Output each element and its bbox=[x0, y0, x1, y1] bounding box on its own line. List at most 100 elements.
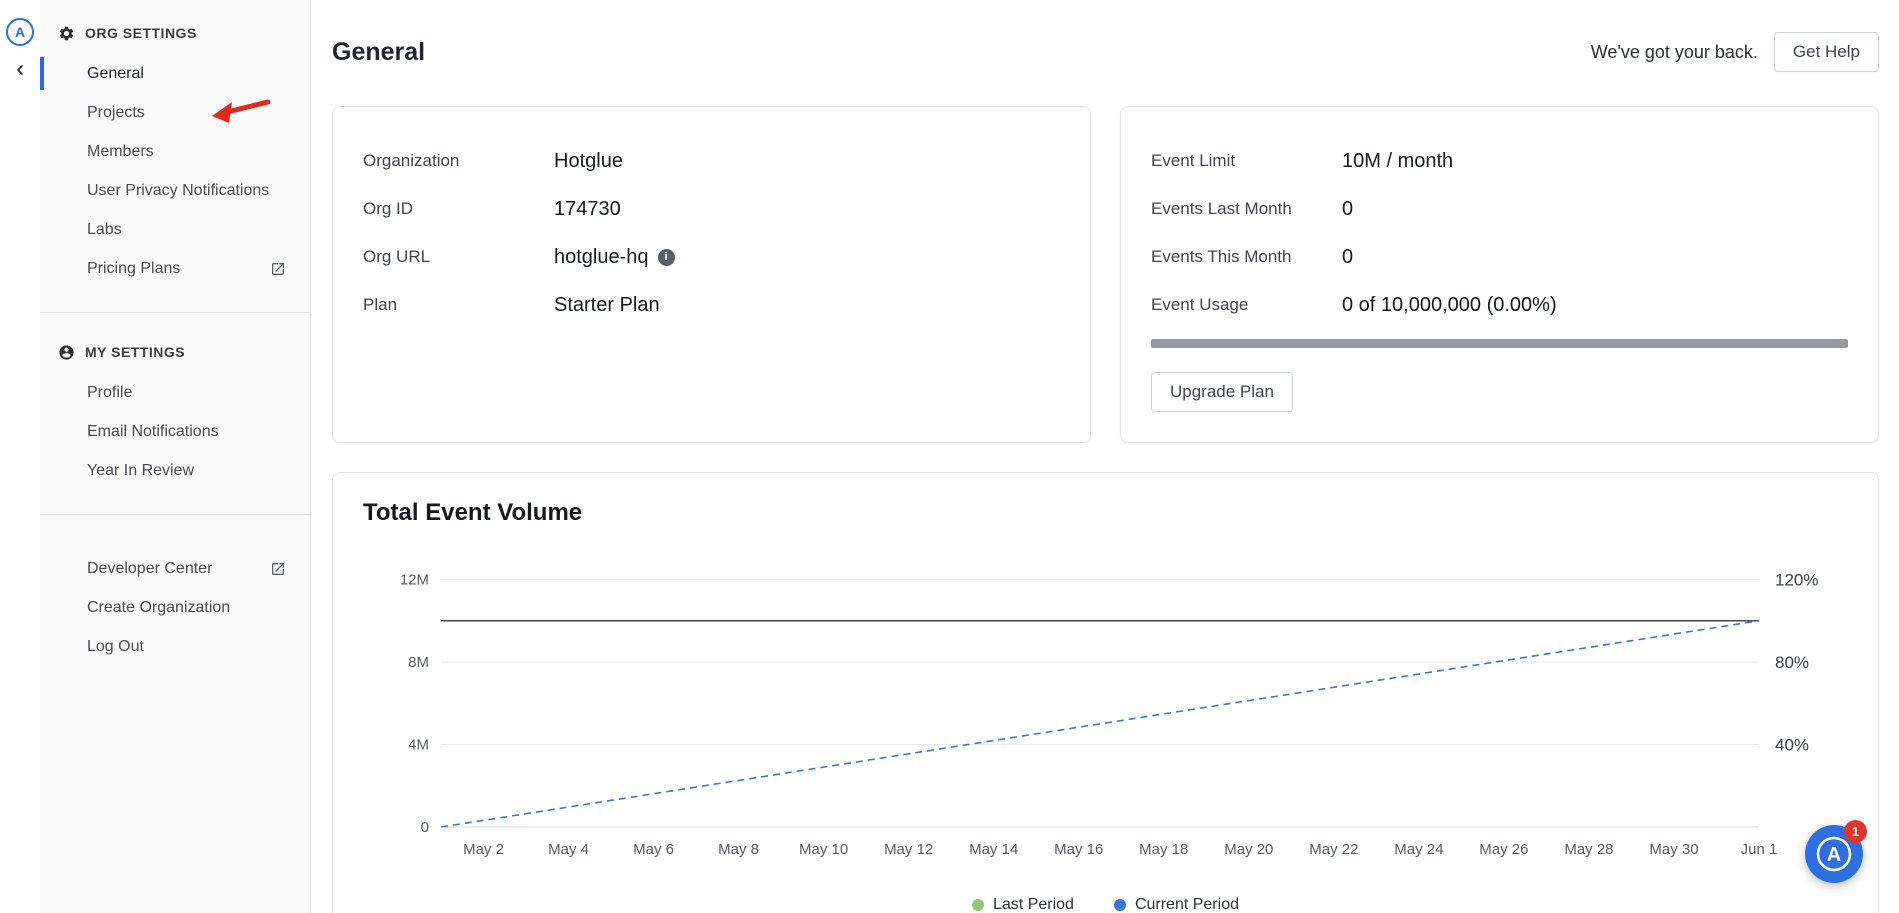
svg-text:May 28: May 28 bbox=[1564, 841, 1613, 858]
org-settings-header-label: ORG SETTINGS bbox=[85, 25, 197, 41]
svg-text:120%: 120% bbox=[1775, 571, 1818, 590]
row-value: Hotglue bbox=[554, 149, 623, 172]
row-value: 0 bbox=[1342, 197, 1354, 220]
legend-label-last-period: Last Period bbox=[993, 896, 1074, 913]
org-settings-header: ORG SETTINGS bbox=[40, 20, 310, 46]
legend-current-period[interactable]: Current Period bbox=[1113, 896, 1239, 913]
event-usage-progress-bar bbox=[1151, 339, 1848, 348]
row-value: 10M / month bbox=[1342, 149, 1454, 172]
svg-text:May 6: May 6 bbox=[633, 841, 674, 858]
summary-cards-row: Organization Hotglue Org ID 174730 Org U… bbox=[332, 106, 1879, 443]
sidebar-item-create-organization[interactable]: Create Organization bbox=[40, 588, 310, 627]
external-link-icon bbox=[270, 261, 286, 277]
page-header: General We've got your back. Get Help bbox=[332, 26, 1879, 78]
row-label: Org URL bbox=[363, 247, 431, 266]
chart-title: Total Event Volume bbox=[363, 499, 583, 526]
event-usage-card: Event Limit 10M / month Events Last Mont… bbox=[1120, 106, 1879, 443]
svg-text:May 4: May 4 bbox=[548, 841, 589, 858]
org-url-value: hotglue-hq bbox=[554, 245, 649, 268]
gear-icon bbox=[59, 26, 74, 40]
svg-text:May 2: May 2 bbox=[463, 841, 504, 858]
row-label: Event Limit bbox=[1151, 151, 1236, 170]
help-text: We've got your back. bbox=[1590, 41, 1758, 62]
svg-text:May 18: May 18 bbox=[1139, 841, 1188, 858]
my-settings-nav: Profile Email Notifications Year In Revi… bbox=[40, 373, 310, 490]
svg-text:40%: 40% bbox=[1775, 736, 1809, 755]
my-settings-header-label: MY SETTINGS bbox=[85, 344, 186, 360]
row-label: Org ID bbox=[363, 199, 414, 218]
total-event-volume-card: Total Event Volume 0 4M 8M 12M 40% 80% 120% May… bbox=[332, 472, 1879, 913]
row-value: 174730 bbox=[554, 197, 621, 220]
row-label: Plan bbox=[363, 295, 398, 314]
collapse-sidebar-chevron[interactable] bbox=[12, 62, 28, 78]
svg-text:May 30: May 30 bbox=[1649, 841, 1698, 858]
usage-row-events-last-month: Events Last Month 0 bbox=[1151, 185, 1848, 233]
legend-dot-current-period bbox=[1113, 899, 1126, 911]
sidebar-item-profile[interactable]: Profile bbox=[40, 373, 310, 412]
my-settings-section: MY SETTINGS Profile Email Notifications … bbox=[40, 313, 310, 514]
svg-text:0: 0 bbox=[421, 819, 429, 836]
svg-text:12M: 12M bbox=[400, 572, 429, 589]
row-value: 0 bbox=[1342, 245, 1354, 268]
sidebar-item-labs[interactable]: Labs bbox=[40, 210, 310, 249]
left-rail: A bbox=[0, 0, 40, 913]
external-link-icon bbox=[270, 561, 286, 577]
legend-dot-last-period bbox=[972, 899, 984, 911]
svg-text:8M: 8M bbox=[408, 654, 429, 671]
usage-row-event-limit: Event Limit 10M / month bbox=[1151, 137, 1848, 185]
svg-text:May 8: May 8 bbox=[718, 841, 759, 858]
org-row-org-id: Org ID 174730 bbox=[363, 185, 1060, 233]
usage-row-event-usage: Event Usage 0 of 10,000,000 (0.00%) bbox=[1151, 281, 1848, 329]
org-row-org-url: Org URL hotglue-hq i bbox=[363, 233, 1060, 281]
org-settings-section: ORG SETTINGS General Projects Members Us… bbox=[40, 20, 310, 312]
sidebar-footer-section: Developer Center Create Organization Log… bbox=[40, 515, 310, 690]
svg-text:May 14: May 14 bbox=[969, 841, 1018, 858]
person-icon bbox=[59, 344, 74, 360]
svg-text:Jun 1: Jun 1 bbox=[1741, 841, 1778, 858]
sidebar-item-log-out[interactable]: Log Out bbox=[40, 627, 310, 666]
main-content: General We've got your back. Get Help Or… bbox=[311, 0, 1899, 913]
info-icon[interactable]: i bbox=[657, 248, 675, 266]
org-row-plan: Plan Starter Plan bbox=[363, 281, 1060, 329]
org-settings-nav: General Projects Members User Privacy No… bbox=[40, 54, 310, 288]
app-root: A ORG SETTINGS General Projects Members … bbox=[0, 0, 1899, 913]
sidebar-item-user-privacy-notifications[interactable]: User Privacy Notifications bbox=[40, 171, 310, 210]
svg-text:May 24: May 24 bbox=[1394, 841, 1443, 858]
page-title: General bbox=[332, 37, 426, 66]
row-label: Event Usage bbox=[1151, 295, 1249, 314]
upgrade-wrap: Upgrade Plan bbox=[1151, 372, 1848, 412]
sidebar-item-email-notifications[interactable]: Email Notifications bbox=[40, 412, 310, 451]
svg-text:May 22: May 22 bbox=[1309, 841, 1358, 858]
svg-text:May 26: May 26 bbox=[1479, 841, 1528, 858]
svg-text:May 12: May 12 bbox=[884, 841, 933, 858]
sidebar-item-general[interactable]: General bbox=[40, 54, 310, 93]
settings-sidebar: ORG SETTINGS General Projects Members Us… bbox=[40, 0, 311, 913]
svg-text:4M: 4M bbox=[408, 737, 429, 754]
usage-row-events-this-month: Events This Month 0 bbox=[1151, 233, 1848, 281]
footer-nav: Developer Center Create Organization Log… bbox=[40, 549, 310, 666]
row-label: Events Last Month bbox=[1151, 199, 1292, 218]
upgrade-plan-button[interactable]: Upgrade Plan bbox=[1151, 372, 1293, 412]
sidebar-item-developer-center[interactable]: Developer Center bbox=[40, 549, 310, 588]
help-group: We've got your back. Get Help bbox=[1591, 32, 1879, 72]
sidebar-item-year-in-review[interactable]: Year In Review bbox=[40, 451, 310, 490]
row-label: Organization bbox=[363, 151, 460, 170]
org-avatar-letter: A bbox=[14, 24, 26, 40]
org-row-organization: Organization Hotglue bbox=[363, 137, 1060, 185]
svg-text:May 20: May 20 bbox=[1224, 841, 1273, 858]
org-avatar[interactable]: A bbox=[6, 18, 34, 46]
sidebar-item-projects[interactable]: Projects bbox=[40, 93, 310, 132]
event-volume-chart: 0 4M 8M 12M 40% 80% 120% May 2 May 4 May 6 May 8 Ma… bbox=[400, 571, 1819, 859]
chevron-left-icon bbox=[17, 65, 23, 75]
svg-text:May 16: May 16 bbox=[1054, 841, 1103, 858]
row-value: hotglue-hq i bbox=[554, 246, 1060, 269]
get-help-button[interactable]: Get Help bbox=[1773, 32, 1879, 72]
sidebar-item-pricing-plans[interactable]: Pricing Plans bbox=[40, 249, 310, 288]
legend-label-current-period: Current Period bbox=[1134, 896, 1239, 913]
row-value: Starter Plan bbox=[554, 293, 660, 316]
organization-card: Organization Hotglue Org ID 174730 Org U… bbox=[332, 106, 1091, 443]
legend-last-period[interactable]: Last Period bbox=[972, 896, 1074, 913]
notification-badge: 1 bbox=[1844, 820, 1867, 843]
support-widget-button[interactable]: A 1 bbox=[1805, 820, 1867, 883]
sidebar-item-members[interactable]: Members bbox=[40, 132, 310, 171]
